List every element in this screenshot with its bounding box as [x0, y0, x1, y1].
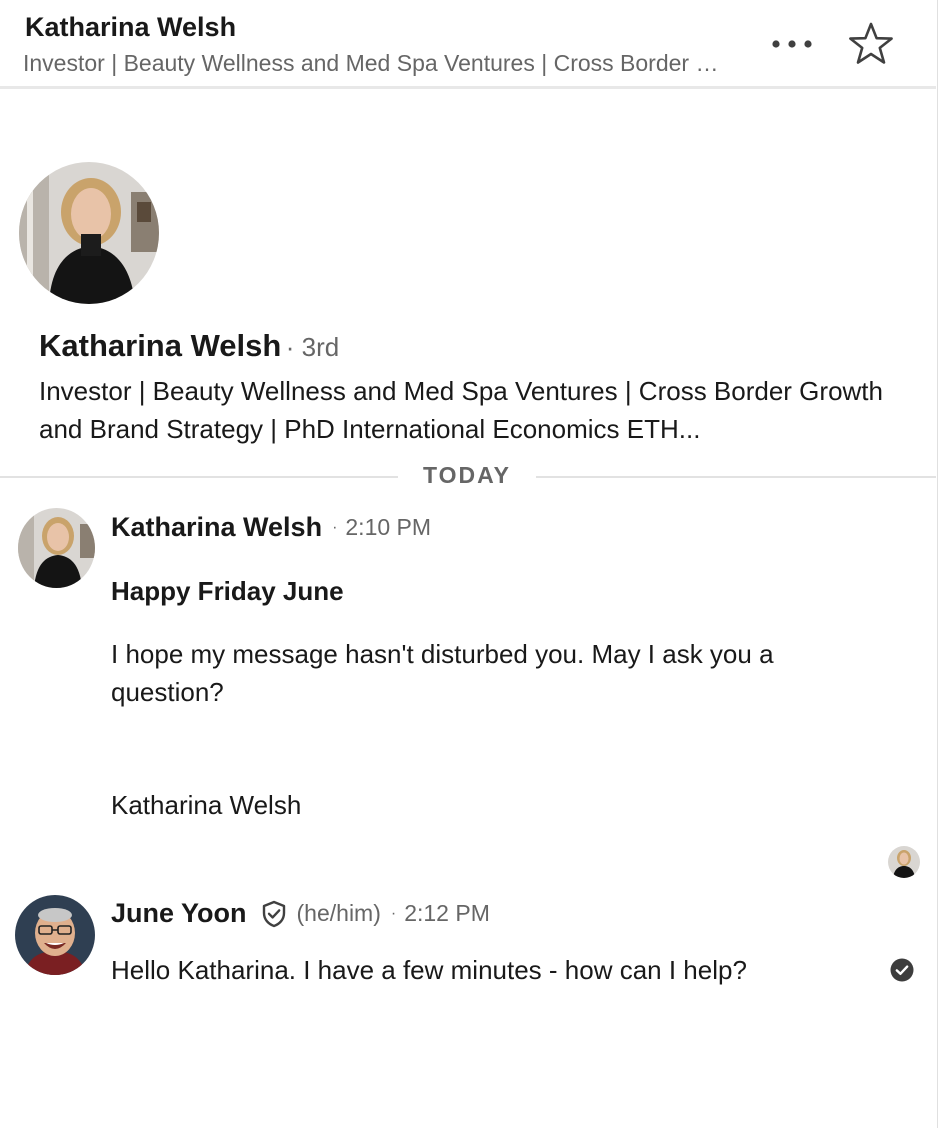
separator-dot: ·	[332, 518, 338, 536]
message-greeting: Happy Friday June	[111, 576, 344, 606]
message-body: Hello Katharina. I have a few minutes - …	[111, 955, 747, 985]
header-contact-headline: Investor | Beauty Wellness and Med Spa V…	[23, 50, 733, 76]
sender-avatar[interactable]	[18, 508, 95, 588]
profile-avatar[interactable]	[19, 162, 159, 304]
conversation-header: Katharina Welsh Investor | Beauty Wellne…	[0, 0, 936, 89]
header-contact-name[interactable]: Katharina Welsh	[25, 12, 236, 43]
message-timestamp: 2:10 PM	[345, 514, 432, 540]
date-divider-label: TODAY	[398, 462, 536, 489]
profile-headline: Investor | Beauty Wellness and Med Spa V…	[39, 376, 883, 444]
connection-degree: · 3rd	[285, 332, 340, 362]
sender-avatar[interactable]	[15, 895, 95, 975]
conversation-pane: Katharina Welsh Investor | Beauty Wellne…	[0, 0, 938, 1128]
sender-pronouns: (he/him)	[296, 900, 381, 926]
message-header: Katharina Welsh · 2:10 PM	[111, 512, 431, 543]
message-signature: Katharina Welsh	[111, 790, 302, 820]
sender-name[interactable]: Katharina Welsh	[111, 512, 322, 543]
profile-name-row: Katharina Welsh · 3rd	[39, 328, 339, 364]
message-header: June Yoon (he/him) · 2:12 PM	[111, 898, 490, 929]
star-icon[interactable]	[846, 20, 896, 68]
separator-dot: ·	[390, 904, 397, 922]
verified-shield-icon[interactable]	[259, 899, 289, 929]
message-body: I hope my message hasn't disturbed you. …	[111, 639, 774, 707]
sender-name[interactable]: June Yoon	[111, 898, 247, 929]
more-options-icon[interactable]	[766, 26, 818, 62]
sent-checkmark-icon	[890, 958, 914, 982]
profile-name[interactable]: Katharina Welsh	[39, 328, 281, 363]
seen-avatar	[888, 846, 920, 878]
message-timestamp: 2:12 PM	[404, 900, 490, 926]
